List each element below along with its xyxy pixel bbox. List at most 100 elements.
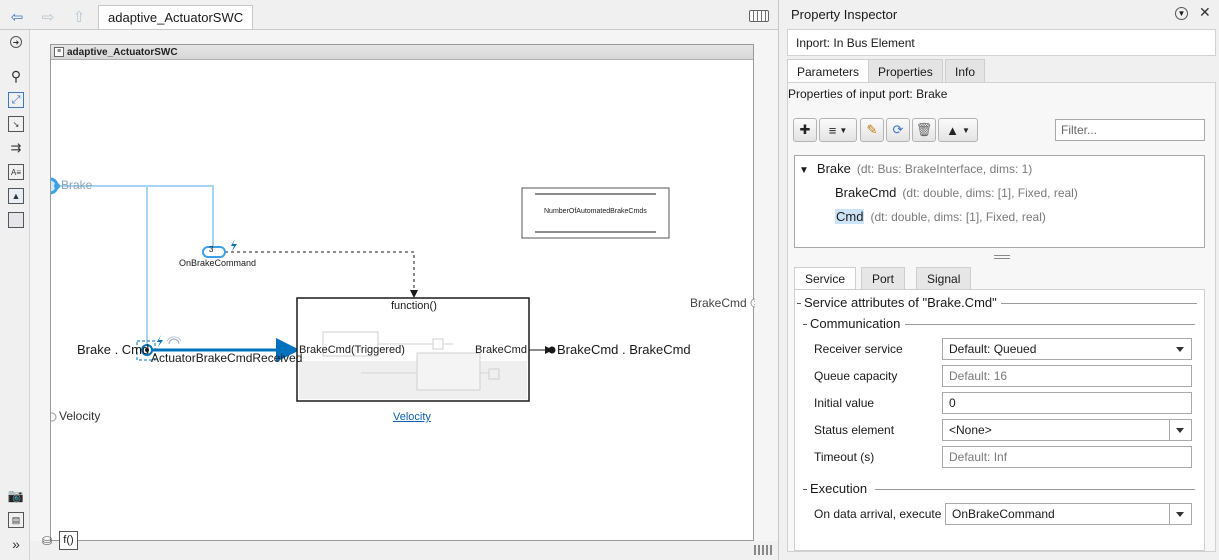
model-window: ≡ adaptive_ActuatorSWC <box>50 44 755 541</box>
tree-row-name: BrakeCmd <box>835 185 897 200</box>
area-icon[interactable] <box>8 212 24 228</box>
bus-highlight-line[interactable] <box>59 185 214 246</box>
model-editor: ⇦ ⇨ ⇧ adaptive_ActuatorSWC ➜ ⚲ ⤢ ↘ ⇉ A≡ … <box>0 0 778 560</box>
on-data-arrival-value: OnBrakeCommand <box>952 507 1055 521</box>
tab-signal[interactable]: Signal <box>916 267 972 290</box>
velocity-inport-label: Velocity <box>59 409 101 423</box>
edit-pencil-icon[interactable]: ✎ <box>860 118 884 142</box>
keyboard-icon[interactable] <box>749 10 769 22</box>
status-element-value: <None> <box>949 423 992 437</box>
chevron-down-icon <box>1176 428 1184 433</box>
tree-row-name-selected: Cmd <box>835 209 865 224</box>
tree-row-brake[interactable]: ▼ Brake (dt: Bus: BrakeInterface, dims: 1) <box>799 161 1032 176</box>
zoom-region-icon[interactable]: ↘ <box>8 116 24 132</box>
receiver-service-label: Receiver service <box>814 342 903 356</box>
dropdown-separator <box>1169 420 1170 440</box>
image-icon[interactable]: ▲ <box>8 188 24 204</box>
resize-grip-icon[interactable] <box>754 545 772 555</box>
annotation-icon[interactable]: A≡ <box>8 164 24 180</box>
bus-element-out-label: BrakeCmd . BrakeCmd <box>557 342 691 357</box>
function-in-port-label: BrakeCmd(Triggered) <box>299 344 405 356</box>
tab-info[interactable]: Info <box>945 59 986 83</box>
highlight-icon[interactable]: ▲ ▼ <box>938 118 978 142</box>
arrow-right-icon[interactable]: ⇨ <box>37 6 59 28</box>
queue-capacity-field[interactable]: Default: 16 <box>942 365 1192 387</box>
function-browser-button[interactable]: f() <box>59 531 78 550</box>
tab-parameters[interactable]: Parameters <box>787 59 870 83</box>
brake-inport-label: Brake <box>61 178 93 192</box>
camera-icon[interactable]: 📷 <box>8 488 24 504</box>
bus-element-out-block[interactable] <box>548 346 556 354</box>
status-element-label: Status element <box>814 423 895 437</box>
add-to-list-icon[interactable]: ≡ ▼ <box>819 118 857 142</box>
group-dash <box>797 303 801 304</box>
receiver-service-value: Default: Queued <box>949 342 1037 356</box>
tree-row-cmd[interactable]: Cmd (dt: double, dims: [1], Fixed, real) <box>835 209 1046 224</box>
service-panel: Service attributes of "Brake.Cmd" Commun… <box>794 289 1205 551</box>
tree-row-dt: (dt: Bus: BrakeInterface, dims: 1) <box>856 162 1033 176</box>
on-data-arrival-label: On data arrival, execute <box>814 507 942 521</box>
group-line <box>905 324 1195 325</box>
queue-capacity-label: Queue capacity <box>814 369 898 383</box>
brake-inport-dot <box>54 183 60 189</box>
delete-icon[interactable]: 🗑 <box>912 118 936 142</box>
status-element-dropdown[interactable]: <None> <box>942 419 1192 441</box>
tool-palette: ➜ ⚲ ⤢ ↘ ⇉ A≡ ▲ 📷 ▤ » <box>0 30 30 560</box>
expand-triangle-icon[interactable]: ▼ <box>799 165 809 176</box>
tab-port[interactable]: Port <box>861 267 906 290</box>
group-line <box>875 489 1195 490</box>
expand-icon[interactable]: » <box>8 536 24 552</box>
inspector-title: Property Inspector <box>791 7 898 22</box>
tab-properties[interactable]: Properties <box>868 59 943 83</box>
arrow-up-icon[interactable]: ⇧ <box>68 6 90 28</box>
velocity-link[interactable]: Velocity <box>393 411 431 423</box>
filter-input[interactable] <box>1055 119 1205 141</box>
trigger-lightning-icon <box>231 239 237 251</box>
receiver-service-dropdown[interactable]: Default: Queued <box>942 338 1192 360</box>
brakecmd-outport-block[interactable] <box>750 298 755 308</box>
initial-value-label: Initial value <box>814 396 875 410</box>
inspector-subtitle: Inport: In Bus Element <box>796 36 915 50</box>
tree-row-dt: (dt: double, dims: [1], Fixed, real) <box>902 186 1078 200</box>
service-attributes-title: Service attributes of "Brake.Cmd" <box>802 295 999 310</box>
tree-row-brakecmd[interactable]: BrakeCmd (dt: double, dims: [1], Fixed, r… <box>835 185 1078 200</box>
velocity-inport-block[interactable] <box>51 412 57 422</box>
on-data-arrival-dropdown[interactable]: OnBrakeCommand <box>945 503 1192 525</box>
bus-element-in-label: Brake . Cmd <box>77 342 150 357</box>
tree-row-dt: (dt: double, dims: [1], Fixed, real) <box>870 210 1046 224</box>
panel-splitter[interactable] <box>994 255 1010 259</box>
data-inspector-icon[interactable]: ▤ <box>8 512 24 528</box>
fit-to-view-icon[interactable]: ⤢ <box>8 92 24 108</box>
arrow-left-icon[interactable]: ⇦ <box>6 6 28 28</box>
zoom-in-icon[interactable]: ⚲ <box>8 68 24 84</box>
timeout-field[interactable]: Default: Inf <box>942 446 1192 468</box>
properties-label: Properties of input port: Brake <box>788 87 948 101</box>
chevron-down-icon <box>1176 512 1184 517</box>
subsystem-preview-block-2 <box>416 352 481 391</box>
chevron-down-icon <box>1176 347 1184 352</box>
event-label: ActuatorBrakeCmdReceived <box>151 351 303 365</box>
inspector-header: Inport: In Bus Element <box>787 29 1216 56</box>
options-dropdown-icon[interactable]: ▼ <box>1175 7 1188 20</box>
dropdown-separator <box>1169 504 1170 524</box>
tab-service[interactable]: Service <box>794 267 857 290</box>
group-dash <box>803 324 807 325</box>
block-diagram <box>51 177 755 422</box>
close-icon[interactable]: ✕ <box>1199 4 1211 21</box>
model-tab[interactable]: adaptive_ActuatorSWC <box>98 5 254 29</box>
initial-value-field[interactable]: 0 <box>942 392 1192 414</box>
database-icon[interactable]: ⛁ <box>37 531 57 551</box>
hide-show-icon[interactable]: ➜ <box>10 36 22 48</box>
subsystem-preview-shade <box>299 361 527 399</box>
parameters-panel: Properties of input port: Brake ✚ ≡ ▼ ✎ ⟳… <box>787 82 1216 552</box>
horizontal-scrollbar[interactable] <box>30 541 778 560</box>
trigger-port-block[interactable] <box>202 246 226 258</box>
trigger-port-number: 3 <box>209 245 214 254</box>
timeout-label: Timeout (s) <box>814 450 875 464</box>
communication-group-title: Communication <box>808 316 903 331</box>
add-bus-element-icon[interactable]: ✚ <box>793 118 817 142</box>
signal-icon[interactable]: ⇉ <box>8 140 24 156</box>
bus-element-tree: ▼ Brake (dt: Bus: BrakeInterface, dims: 1)… <box>794 155 1205 248</box>
group-dash <box>803 489 807 490</box>
refresh-icon[interactable]: ⟳ <box>886 118 910 142</box>
